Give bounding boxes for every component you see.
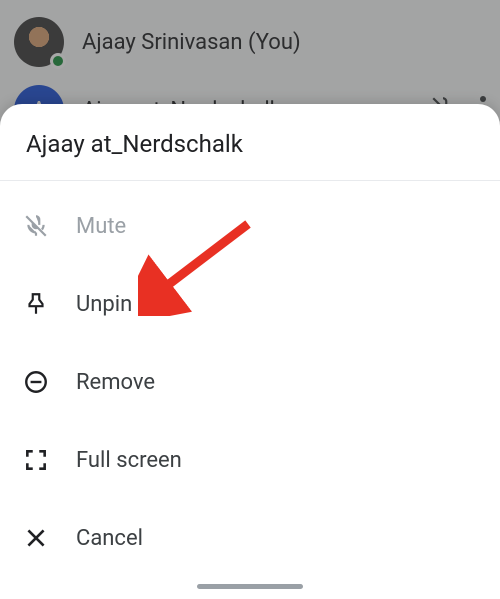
menu-item-fullscreen[interactable]: Full screen <box>0 421 500 499</box>
remove-icon <box>22 368 50 396</box>
menu-item-cancel[interactable]: Cancel <box>0 499 500 577</box>
cancel-icon <box>22 524 50 552</box>
menu-item-label: Full screen <box>76 448 182 473</box>
menu: Mute Unpin Remove Full screen <box>0 181 500 583</box>
bottom-sheet: Ajaay at_Nerdschalk Mute Unpin Remove <box>0 104 500 599</box>
menu-item-label: Cancel <box>76 526 143 551</box>
mic-off-icon <box>22 212 50 240</box>
menu-item-unpin[interactable]: Unpin <box>0 265 500 343</box>
menu-item-mute: Mute <box>0 187 500 265</box>
pin-icon <box>22 290 50 318</box>
menu-item-remove[interactable]: Remove <box>0 343 500 421</box>
menu-item-label: Mute <box>76 214 126 239</box>
menu-item-label: Remove <box>76 370 155 395</box>
menu-item-label: Unpin <box>76 292 132 317</box>
gesture-handle[interactable] <box>197 584 303 589</box>
sheet-title: Ajaay at_Nerdschalk <box>0 104 500 180</box>
fullscreen-icon <box>22 446 50 474</box>
